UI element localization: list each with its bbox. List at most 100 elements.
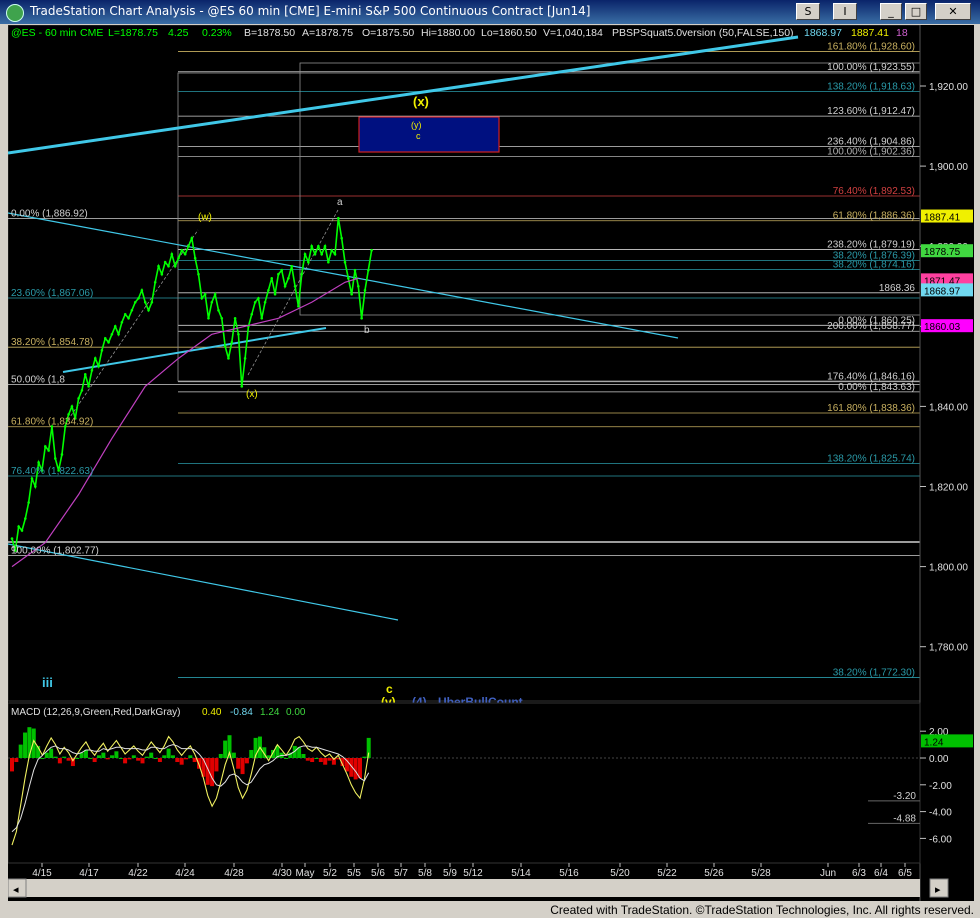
close-button[interactable]: ✕ [935, 3, 971, 20]
i-button[interactable]: I [833, 3, 857, 20]
price-point [200, 296, 204, 300]
price-point [320, 252, 323, 256]
price-point [317, 244, 320, 248]
price-point [213, 292, 217, 296]
header-r2: 1887.41 [851, 27, 889, 39]
price-point [370, 248, 373, 252]
x-tick-label: 5/20 [610, 868, 630, 879]
fib-label: 0.00% (1,886.92) [11, 208, 88, 219]
price-point [103, 337, 107, 340]
price-point [67, 413, 70, 416]
restore-button[interactable]: □ [905, 3, 927, 20]
price-point [323, 244, 327, 248]
price-point [310, 244, 314, 248]
x-tick-label: 5/28 [751, 868, 771, 879]
price-point [367, 268, 370, 272]
fib-label: 200.00% (1,858.77) [827, 321, 915, 332]
header-indicator: PBSPSquat5.0version (50,FALSE,150) [612, 27, 794, 39]
price-tags: 1887.411878.751871.471868.971860.03 [921, 209, 973, 333]
price-point [34, 485, 37, 488]
price-point [147, 308, 150, 312]
header-low: Lo=1860.50 [481, 27, 537, 39]
s-button[interactable]: S [796, 3, 820, 20]
x-tick-label: 5/2 [323, 868, 337, 879]
macd-tick-label: -2.00 [929, 781, 952, 792]
macd-hist-bar [62, 756, 67, 758]
scrollbar-track[interactable] [8, 879, 920, 897]
x-tick-label: May [296, 868, 315, 879]
price-point [127, 316, 130, 320]
price-point [240, 385, 244, 388]
fib-label: 76.40% (1,822.63) [11, 466, 93, 477]
price-point [87, 385, 90, 388]
fib-label: 138.20% (1,825.74) [827, 454, 915, 465]
price-point [47, 449, 50, 452]
price-tag-label: 1887.41 [924, 213, 961, 224]
header-ask: A=1878.75 [302, 27, 353, 39]
macd-hist-bar [244, 758, 249, 764]
price-point [257, 296, 260, 300]
price-point [137, 296, 140, 300]
minimize-button[interactable]: _ [880, 3, 902, 20]
fib-label: 23.60% (1,867.06) [11, 288, 93, 299]
fib-label: 123.60% (1,912.47) [827, 106, 915, 117]
macd-hist-bar [214, 758, 219, 772]
wave-label-iii: iii [42, 675, 53, 690]
price-point [267, 288, 270, 292]
macd-hist-bar [310, 758, 315, 763]
fib-range-box-2 [299, 62, 921, 316]
price-point [80, 389, 84, 392]
chart-area[interactable]: @ES - 60 min CME L=1878.75 4.25 0.23% B=… [7, 24, 974, 901]
price-point [297, 304, 300, 308]
price-point [77, 397, 80, 400]
price-point [110, 333, 114, 336]
price-point [347, 276, 350, 280]
macd-value-4: 0.00 [286, 707, 306, 718]
price-point [30, 477, 34, 480]
x-tick-label: Jun [820, 868, 836, 879]
title-bar[interactable]: TradeStation Chart Analysis - @ES 60 min… [0, 0, 980, 24]
price-point [83, 373, 87, 376]
price-point [303, 252, 307, 256]
price-point [307, 260, 310, 264]
x-tick-label: 4/15 [32, 868, 52, 879]
price-point [140, 288, 144, 292]
price-tag-label: 1868.97 [924, 286, 961, 297]
macd-hist-bar [240, 758, 245, 775]
price-point [313, 252, 317, 256]
price-point [337, 216, 340, 220]
price-point [260, 316, 264, 320]
fib-label: 61.80% (1,886.36) [833, 211, 915, 222]
wave-label-c-bottom: c [386, 682, 393, 696]
macd-hist-bar [105, 758, 110, 760]
price-tag-label: 1878.75 [924, 247, 961, 258]
fib-label: 76.40% (1,892.53) [833, 186, 915, 197]
price-point [243, 357, 247, 360]
x-tick-label: 5/12 [463, 868, 483, 879]
macd-hist-bar [249, 749, 254, 758]
macd-hist-bar [57, 758, 62, 764]
wave-label-c-box: c [416, 131, 421, 141]
header-symbol: @ES - 60 min [11, 27, 77, 39]
fib-label: 0.00% (1,843.63) [838, 382, 915, 393]
price-point [117, 333, 120, 336]
app-icon [6, 4, 24, 22]
price-point [210, 300, 214, 304]
x-tick-label: 4/17 [79, 868, 99, 879]
scroll-right-icon: ▸ [935, 884, 941, 896]
tradestation-window: TradeStation Chart Analysis - @ES 60 min… [0, 0, 980, 918]
price-point [203, 292, 207, 296]
fib-label: 161.80% (1,838.36) [827, 403, 915, 414]
macd-level-label: -3.20 [893, 791, 916, 802]
price-point [290, 264, 294, 268]
fib-label: 38.20% (1,874.16) [833, 260, 915, 271]
price-point [193, 256, 197, 260]
macd-hist-bar [14, 758, 19, 763]
price-point [220, 316, 224, 320]
macd-hist-bar [110, 755, 115, 758]
fib-label: 38.20% (1,772.30) [833, 668, 915, 679]
price-point [177, 256, 180, 260]
price-point [360, 316, 363, 320]
price-point [350, 292, 353, 296]
fib-label: 100.00% (1,902.36) [827, 147, 915, 158]
